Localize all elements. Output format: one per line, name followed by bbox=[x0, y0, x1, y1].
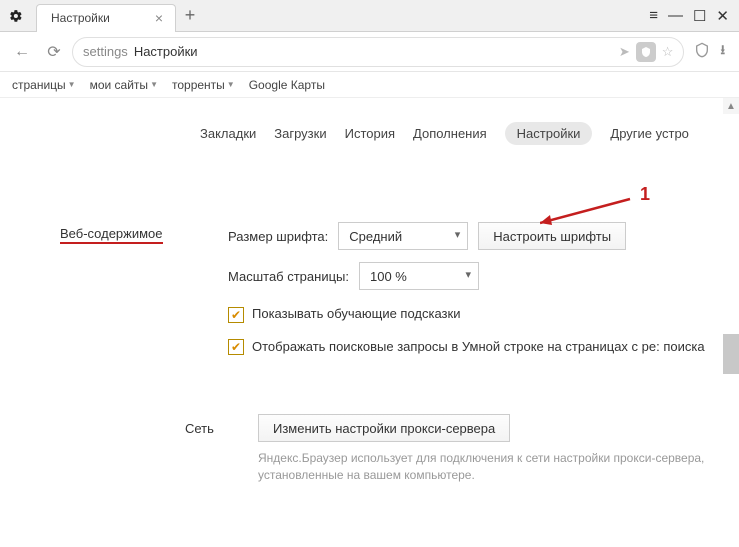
shield-outline-icon[interactable] bbox=[694, 42, 710, 61]
tab-downloads[interactable]: Загрузки bbox=[274, 126, 326, 141]
bookmark-item[interactable]: торренты▼ bbox=[172, 78, 235, 92]
checkbox-hints[interactable]: ✔ bbox=[228, 307, 244, 323]
configure-fonts-button[interactable]: Настроить шрифты bbox=[478, 222, 626, 250]
proxy-description: Яндекс.Браузер использует для подключени… bbox=[258, 450, 719, 484]
annotation-arrow-icon bbox=[540, 195, 640, 225]
settings-content: ▲ Закладки Загрузки История Дополнения Н… bbox=[0, 98, 739, 547]
tab-settings[interactable]: Настройки bbox=[505, 122, 593, 145]
proxy-settings-button[interactable]: Изменить настройки прокси-сервера bbox=[258, 414, 510, 442]
close-window-icon[interactable]: ✕ bbox=[716, 7, 729, 25]
annotation-marker-1: 1 bbox=[640, 184, 650, 205]
checkbox-hints-label: Показывать обучающие подсказки bbox=[252, 306, 460, 321]
section-network: Сеть bbox=[185, 421, 214, 436]
minimize-icon[interactable]: — bbox=[668, 7, 683, 24]
address-path-grey: settings bbox=[83, 44, 128, 59]
menu-icon[interactable]: ≡ bbox=[649, 7, 658, 24]
address-path-main: Настройки bbox=[134, 44, 198, 59]
tab-title: Настройки bbox=[51, 11, 110, 25]
font-size-select[interactable]: Средний bbox=[338, 222, 468, 250]
tab-history[interactable]: История bbox=[345, 126, 395, 141]
bookmark-item[interactable]: страницы▼ bbox=[12, 78, 76, 92]
maximize-icon[interactable]: ☐ bbox=[693, 7, 706, 25]
bookmarks-bar: страницы▼ мои сайты▼ торренты▼ Google Ка… bbox=[0, 72, 739, 98]
scrollbar-thumb[interactable] bbox=[723, 334, 739, 374]
window-controls: ≡ — ☐ ✕ bbox=[649, 7, 739, 25]
browser-tab[interactable]: Настройки × bbox=[36, 4, 176, 32]
page-scale-select[interactable]: 100 % bbox=[359, 262, 479, 290]
send-icon[interactable]: ➤ bbox=[619, 44, 630, 60]
gear-icon[interactable] bbox=[0, 9, 32, 23]
new-tab-button[interactable]: + bbox=[176, 5, 204, 26]
checkbox-smartbar-label: Отображать поисковые запросы в Умной стр… bbox=[252, 338, 705, 356]
bookmark-item[interactable]: Google Карты bbox=[249, 78, 325, 92]
tab-addons[interactable]: Дополнения bbox=[413, 126, 487, 141]
scroll-up-button[interactable]: ▲ bbox=[723, 98, 739, 114]
page-scale-label: Масштаб страницы: bbox=[228, 269, 349, 284]
settings-tabs: Закладки Загрузки История Дополнения Нас… bbox=[200, 122, 739, 145]
toolbar: ← ⟳ settings Настройки ➤ ☆ ⭳ bbox=[0, 32, 739, 72]
checkbox-smartbar[interactable]: ✔ bbox=[228, 339, 244, 355]
bookmark-star-icon[interactable]: ☆ bbox=[662, 44, 674, 60]
back-button[interactable]: ← bbox=[8, 38, 36, 66]
close-tab-icon[interactable]: × bbox=[151, 10, 167, 26]
protect-badge-icon[interactable] bbox=[636, 42, 656, 62]
tab-other-devices[interactable]: Другие устро bbox=[610, 126, 689, 141]
tab-bookmarks[interactable]: Закладки bbox=[200, 126, 256, 141]
download-icon[interactable]: ⭳ bbox=[720, 41, 725, 63]
address-bar[interactable]: settings Настройки ➤ ☆ bbox=[72, 37, 684, 67]
reload-button[interactable]: ⟳ bbox=[40, 38, 68, 66]
section-web-content: Веб-содержимое bbox=[60, 226, 163, 244]
titlebar: Настройки × + ≡ — ☐ ✕ bbox=[0, 0, 739, 32]
bookmark-item[interactable]: мои сайты▼ bbox=[90, 78, 158, 92]
font-size-label: Размер шрифта: bbox=[228, 229, 328, 244]
